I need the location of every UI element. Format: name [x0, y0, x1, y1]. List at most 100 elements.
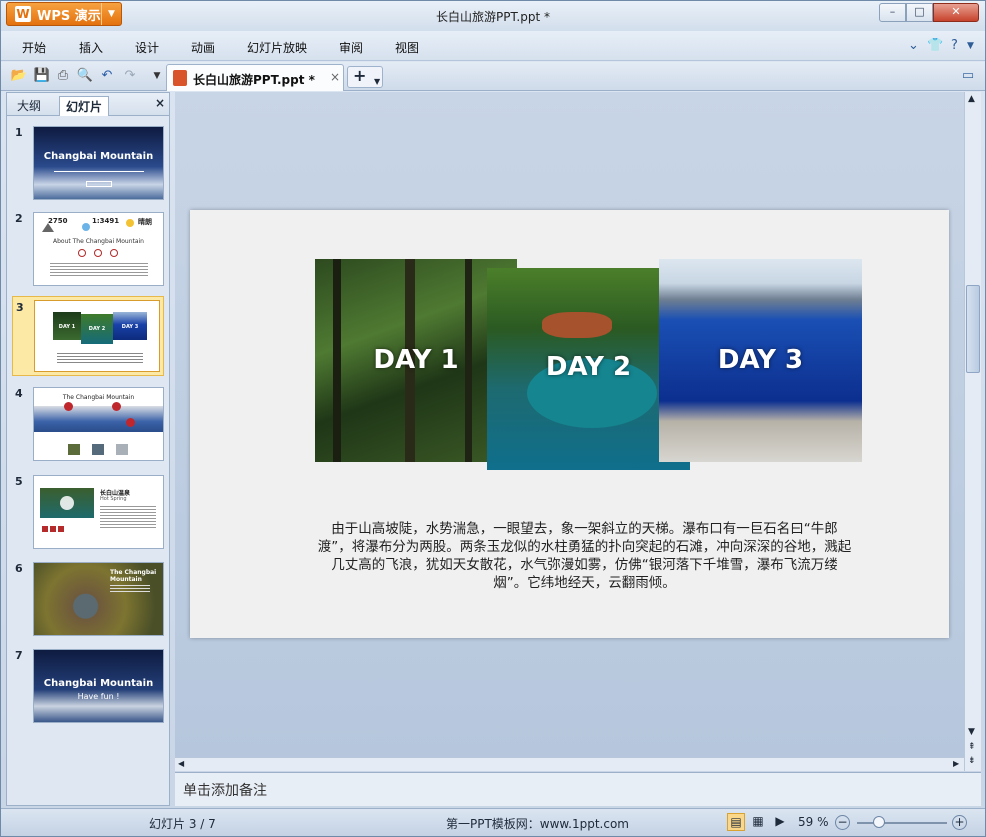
menu-home[interactable]: 开始 [22, 39, 46, 56]
menu-review[interactable]: 审阅 [339, 39, 363, 56]
thumbnail-lake-image [34, 406, 163, 432]
location-pin-icon [126, 418, 135, 427]
normal-view-icon[interactable]: ▤ [727, 813, 745, 831]
save-icon[interactable]: 💾 [33, 67, 51, 85]
scroll-right-icon[interactable]: ▶ [953, 759, 959, 768]
zoom-slider[interactable] [857, 822, 947, 824]
thumbnail-preview: Changbai Mountain Have fun ! [33, 649, 164, 723]
thumbnail-number: 4 [15, 387, 23, 400]
scroll-up-icon[interactable]: ▲ [968, 94, 975, 104]
current-slide[interactable]: DAY 1 DAY 2 DAY 3 由于山高坡陡，水势湍急，一眼望去，象一架斜立… [190, 210, 949, 638]
thumbnail-preview: The Changbai Mountain [33, 562, 164, 636]
help-icon[interactable]: ? [951, 38, 958, 53]
scroll-left-icon[interactable]: ◀ [178, 759, 184, 768]
print-preview-icon[interactable]: 🔍 [76, 67, 94, 85]
help-dropdown-icon[interactable]: ▼ [967, 41, 974, 51]
slide-thumbnail-5[interactable]: 5 长白山温泉 Hot Spring [12, 475, 164, 553]
collapse-ribbon-icon[interactable]: ⌄ [908, 38, 919, 53]
thumbnail-small-image [68, 444, 80, 455]
notes-pane[interactable]: 单击添加备注 [175, 772, 981, 806]
thumbnail-preview: DAY 1 DAY 2 DAY 3 [34, 300, 160, 372]
slide-counter: 幻灯片 3 / 7 [149, 817, 216, 831]
thumbnail-title: Changbai Mountain [43, 678, 154, 689]
thumbnail-text-lines [50, 263, 148, 277]
slide-thumbnail-4[interactable]: 4 The Changbai Mountain [12, 387, 164, 465]
thumbnail-preview: 长白山温泉 Hot Spring [33, 475, 164, 549]
ppt-file-icon [173, 70, 187, 86]
menu-view[interactable]: 视图 [395, 39, 419, 56]
wps-presentation-window: W WPS 演示 ▼ 长白山旅游PPT.ppt * – □ ✕ 开始 插入 设计… [0, 0, 986, 837]
print-icon[interactable]: ⎙ [54, 67, 72, 85]
water-icon [82, 223, 90, 231]
thumbnail-line [54, 171, 144, 172]
previous-slide-icon[interactable]: ⇞ [968, 742, 976, 752]
menu-animation[interactable]: 动画 [191, 39, 215, 56]
close-window-button[interactable]: ✕ [933, 3, 979, 22]
menu-insert[interactable]: 插入 [79, 39, 103, 56]
sun-icon [126, 219, 134, 227]
notes-placeholder[interactable]: 单击添加备注 [183, 780, 267, 800]
close-tab-icon[interactable]: × [330, 70, 340, 84]
slide-thumbnail-3[interactable]: 3 DAY 1 DAY 2 DAY 3 [12, 296, 164, 376]
slide-thumbnail-6[interactable]: 6 The Changbai Mountain [12, 562, 164, 640]
thumbnail-subheading: Hot Spring [100, 496, 127, 502]
zoom-slider-knob[interactable] [873, 816, 885, 828]
scroll-thumb[interactable] [966, 285, 980, 373]
thumbnail-preview: The Changbai Mountain [33, 387, 164, 461]
vertical-scrollbar[interactable]: ▲ ▼ ⇞ ⇟ [964, 92, 981, 771]
skin-shirt-icon[interactable]: 👕 [927, 38, 943, 53]
menu-slideshow[interactable]: 幻灯片放映 [247, 39, 307, 56]
window-title: 长白山旅游PPT.ppt * [436, 10, 550, 24]
location-pin-icon [112, 402, 121, 411]
red-foliage-shape [542, 312, 612, 338]
quick-access-toolbar: 📂 💾 ⎙ 🔍 ↶ ↷ ▼ 长白山旅游PPT.ppt * × + ▼ ▭ [1, 62, 985, 91]
thumbnail-small-image [116, 444, 128, 455]
new-tab-dropdown-icon[interactable]: ▼ [374, 73, 380, 91]
tab-outline[interactable]: 大纲 [11, 96, 47, 116]
status-bar: 幻灯片 3 / 7 第一PPT模板网：www.1ppt.com ▤ ▦ ▶ 59… [1, 808, 985, 836]
red-circle-icon [94, 249, 102, 257]
thumbnail-number: 7 [15, 649, 23, 662]
maximize-button[interactable]: □ [906, 3, 933, 22]
thumbnail-heading: The Changbai Mountain [62, 394, 135, 401]
mountain-icon [42, 223, 54, 232]
minimize-button[interactable]: – [879, 3, 906, 22]
thumbnail-subtitle: Have fun ! [77, 692, 120, 701]
thumbnail-number: 2 [15, 212, 23, 225]
zoom-in-icon[interactable]: + [952, 815, 967, 830]
thumbnail-heading: The Changbai Mountain [110, 569, 157, 583]
slide-body-text[interactable]: 由于山高坡陡，水势湍急，一眼望去，象一架斜立的天梯。瀑布口有一巨石名曰“牛郎渡”… [316, 520, 853, 592]
red-circle-icon [42, 526, 64, 532]
new-tab-button[interactable]: + ▼ [347, 66, 383, 88]
redo-icon[interactable]: ↷ [121, 67, 139, 85]
day-3-image[interactable]: DAY 3 [659, 259, 862, 462]
toolbar-more-icon[interactable]: ▼ [148, 67, 166, 85]
slide-thumbnail-1[interactable]: 1 Changbai Mountain [12, 126, 164, 204]
thumbnail-heading: About The Changbai Mountain [52, 238, 144, 245]
tab-slides[interactable]: 幻灯片 [59, 96, 110, 116]
panel-layout-icon[interactable]: ▭ [959, 67, 977, 85]
thumbnail-number: 6 [15, 562, 23, 575]
thumbnail-stat: 1:3491 [92, 217, 120, 225]
menu-design[interactable]: 设计 [135, 39, 159, 56]
thumbnail-title: Changbai Mountain [43, 151, 154, 162]
plus-icon: + [353, 66, 367, 85]
location-pin-icon [64, 402, 73, 411]
zoom-level: 59 % [798, 815, 829, 829]
scroll-down-icon[interactable]: ▼ [968, 727, 975, 737]
slide-thumbnail-2[interactable]: 2 2750 1:3491 晴朗 About The Changbai Moun… [12, 212, 164, 290]
thumbnail-small-image [92, 444, 104, 455]
slide-thumbnail-7[interactable]: 7 Changbai Mountain Have fun ! [12, 649, 164, 727]
horizontal-scrollbar[interactable]: ◀ ▶ [175, 757, 964, 771]
slideshow-icon[interactable]: ▶ [771, 813, 789, 831]
thumbnail-day-image: DAY 1 [53, 312, 81, 340]
slide-sorter-icon[interactable]: ▦ [749, 813, 767, 831]
document-tab-name: 长白山旅游PPT.ppt * [193, 73, 315, 87]
document-tab[interactable]: 长白山旅游PPT.ppt * × [166, 64, 344, 91]
open-icon[interactable]: 📂 [10, 67, 28, 85]
next-slide-icon[interactable]: ⇟ [968, 756, 976, 766]
day-3-label: DAY 3 [717, 345, 804, 375]
zoom-out-icon[interactable]: − [835, 815, 850, 830]
close-panel-icon[interactable]: × [155, 96, 165, 110]
undo-icon[interactable]: ↶ [98, 67, 116, 85]
